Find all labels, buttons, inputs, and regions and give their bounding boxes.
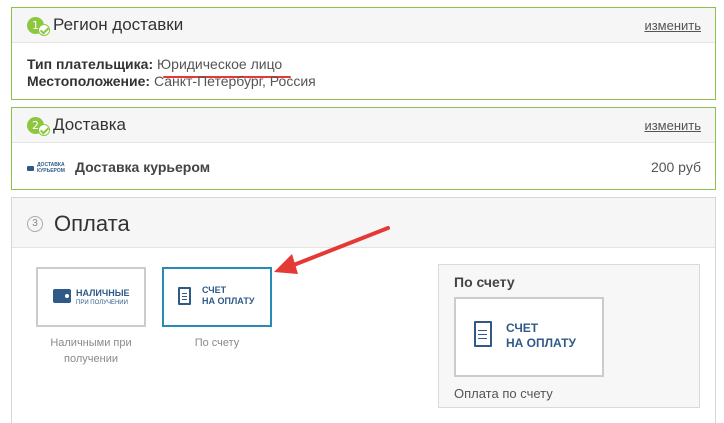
red-arrow-annotation [274, 226, 390, 274]
payer-type-label: Тип плательщика: [27, 56, 154, 72]
location-label: Местоположение: [27, 73, 151, 89]
delivery-region-header: 1 Регион доставки изменить [12, 8, 715, 43]
selected-payment-title: По счету [454, 274, 515, 290]
selected-payment-logo-card: СЧЕТ НА ОПЛАТУ [454, 297, 604, 377]
selected-invoice-logo: СЧЕТ НА ОПЛАТУ [506, 321, 576, 351]
delivery-region-section: 1 Регион доставки изменить Тип плательщи… [11, 7, 716, 100]
wallet-icon [53, 289, 71, 303]
payer-type-value: Юридическое лицо [157, 56, 283, 72]
step-3-badge: 3 [27, 216, 43, 232]
document-icon [178, 287, 191, 305]
cash-logo-line1: НАЛИЧНЫЕ [76, 288, 130, 298]
change-delivery-link[interactable]: изменить [644, 118, 701, 133]
payment-option-cash-caption: Наличными при получении [50, 337, 132, 365]
delivery-region-title: Регион доставки [53, 15, 184, 34]
delivery-method-name: Доставка курьером [75, 159, 211, 175]
delivery-section: 2 Доставка изменить ДОСТАВКА КУРЬЕРОМ До… [11, 107, 716, 190]
truck-icon [27, 166, 34, 171]
location-value: Санкт-Петербург, Россия [153, 73, 316, 89]
delivery-title: Доставка [53, 115, 127, 134]
payment-title: Оплата [54, 211, 130, 236]
check-icon [38, 124, 50, 136]
cash-logo-line2: ПРИ ПОЛУЧЕНИИ [76, 300, 128, 306]
selected-payment-panel: По счету СЧЕТ НА ОПЛАТУ Оплата по счету [438, 264, 700, 408]
courier-delivery-logo: ДОСТАВКА КУРЬЕРОМ [27, 162, 67, 176]
check-icon [38, 24, 50, 36]
selected-payment-caption: Оплата по счету [454, 386, 553, 401]
document-icon [474, 321, 492, 347]
invoice-logo-line2: НА ОПЛАТУ [202, 296, 255, 307]
invoice-logo-line1: СЧЕТ [202, 285, 227, 295]
selected-invoice-logo-line2: НА ОПЛАТУ [506, 336, 576, 350]
payment-option-cash[interactable]: НАЛИЧНЫЕ ПРИ ПОЛУЧЕНИИ [36, 267, 146, 327]
payment-option-invoice-caption: По счету [194, 337, 240, 349]
delivery-header: 2 Доставка изменить [12, 108, 715, 143]
location-row: Местоположение: Санкт-Петербург, Россия [27, 73, 316, 89]
change-region-link[interactable]: изменить [644, 18, 701, 33]
courier-logo-line2: КУРЬЕРОМ [37, 168, 65, 174]
invoice-logo: СЧЕТ НА ОПЛАТУ [202, 285, 254, 308]
delivery-price: 200 руб [650, 159, 701, 175]
payment-option-invoice[interactable]: СЧЕТ НА ОПЛАТУ [162, 267, 272, 327]
payer-type-row: Тип плательщика: Юридическое лицо [27, 56, 282, 72]
selected-invoice-logo-line1: СЧЕТ [506, 321, 539, 335]
